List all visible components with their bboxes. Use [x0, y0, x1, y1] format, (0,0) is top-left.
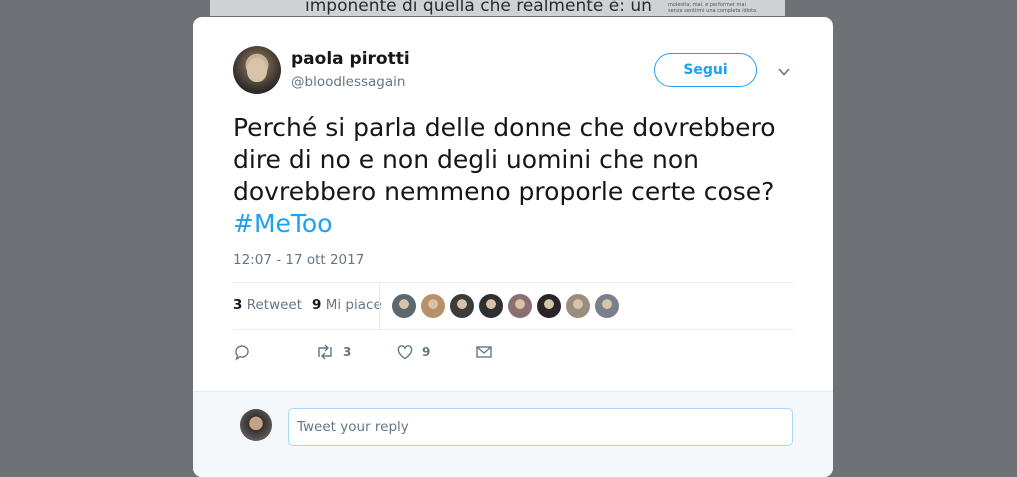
liker-avatar[interactable]: [566, 294, 590, 318]
reply-area: [193, 391, 833, 477]
retweet-stat[interactable]: 3 Retweet: [233, 297, 302, 313]
divider: [233, 282, 793, 283]
tweet-timestamp[interactable]: 12:07 - 17 ott 2017: [233, 252, 364, 268]
background-article-text: imponente di quella che realmente è: un: [305, 0, 652, 16]
retweet-label: Retweet: [246, 297, 303, 313]
author-avatar[interactable]: [233, 46, 281, 94]
retweet-icon: [318, 344, 332, 360]
liker-avatar[interactable]: [450, 294, 474, 318]
like-label: Mi piace: [325, 297, 382, 313]
follow-button[interactable]: Segui: [654, 53, 757, 87]
divider: [233, 329, 793, 330]
direct-message-action[interactable]: [475, 343, 493, 361]
liker-avatar[interactable]: [508, 294, 532, 318]
retweet-action-count: 3: [343, 345, 352, 359]
like-action-count: 9: [422, 345, 431, 359]
background-article: imponente di quella che realmente è: un …: [210, 0, 785, 16]
mail-icon: [476, 346, 492, 358]
heart-icon: [397, 345, 413, 360]
tweet-text: Perché si parla delle donne che dovrebbe…: [233, 112, 793, 240]
tweet-modal: paola pirotti @bloodlessagain Segui Perc…: [193, 17, 833, 477]
liker-avatar[interactable]: [537, 294, 561, 318]
author-handle[interactable]: @bloodlessagain: [291, 74, 405, 90]
retweet-count: 3: [233, 297, 243, 313]
current-user-avatar: [240, 409, 272, 441]
author-name[interactable]: paola pirotti: [291, 49, 410, 69]
hashtag-link[interactable]: #MeToo: [233, 209, 333, 238]
liker-avatar[interactable]: [392, 294, 416, 318]
liker-avatar[interactable]: [479, 294, 503, 318]
liker-avatars: [392, 294, 619, 318]
stats-separator: [379, 282, 380, 329]
like-action[interactable]: 9: [396, 343, 430, 361]
like-count: 9: [312, 297, 322, 313]
like-stat[interactable]: 9 Mi piace: [312, 297, 382, 313]
tweet-stats: 3 Retweet 9 Mi piace: [233, 297, 382, 313]
background-side-text: molestia; mai, e performer mai senza sen…: [668, 2, 758, 14]
tweet-body: Perché si parla delle donne che dovrebbe…: [233, 113, 776, 206]
retweet-action[interactable]: 3: [315, 343, 351, 361]
reply-icon: [235, 345, 249, 361]
liker-avatar[interactable]: [421, 294, 445, 318]
liker-avatar[interactable]: [595, 294, 619, 318]
reply-action[interactable]: [233, 343, 251, 361]
reply-input[interactable]: [288, 408, 793, 446]
chevron-down-icon[interactable]: [777, 65, 791, 79]
